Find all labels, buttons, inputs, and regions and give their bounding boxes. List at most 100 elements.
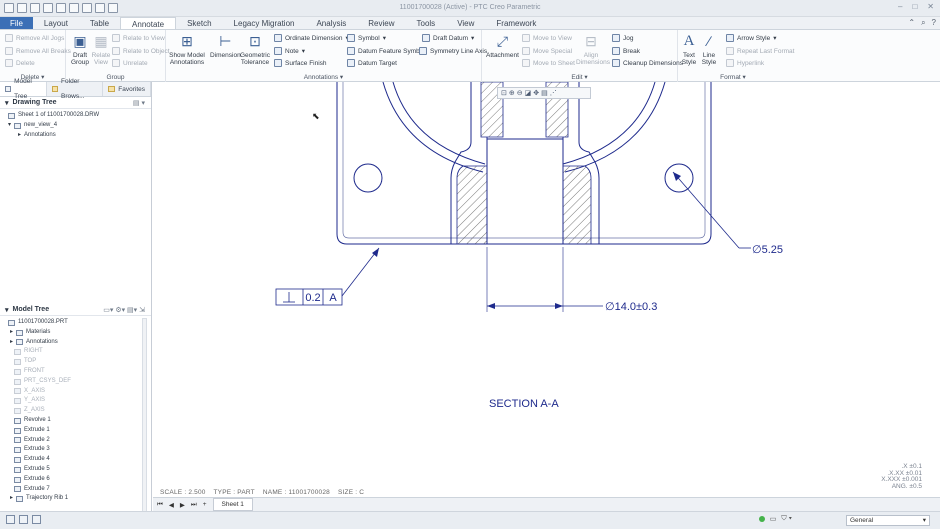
jog-button[interactable]: Jog <box>612 34 633 42</box>
symbol-button[interactable]: Symbol ▾ <box>347 34 386 42</box>
model-tree-item[interactable]: ▸ Trajectory Rib 1 <box>0 494 151 504</box>
unrelate-button[interactable]: Unrelate <box>112 59 148 67</box>
dimension-button[interactable]: ⊢ Dimension <box>210 33 241 59</box>
note-button[interactable]: Note ▾ <box>274 47 305 55</box>
draft-datum-button[interactable]: Draft Datum ▾ <box>422 34 474 42</box>
tab-table[interactable]: Table <box>79 17 120 29</box>
last-sheet-icon[interactable]: ⏭ <box>191 501 197 509</box>
datum-target-button[interactable]: Datum Target <box>347 59 397 67</box>
gtol-datum[interactable]: A <box>329 292 337 304</box>
tab-analysis[interactable]: Analysis <box>305 17 357 29</box>
tab-file[interactable]: File <box>0 17 33 29</box>
tab-layout[interactable]: Layout <box>33 17 79 29</box>
toggle-navigator-icon[interactable] <box>6 515 15 524</box>
symmetry-line-axis-button[interactable]: Symmetry Line Axis <box>419 47 487 55</box>
tab-model-tree[interactable]: Model Tree <box>0 78 47 100</box>
repaint-icon[interactable]: ◪ <box>525 89 532 97</box>
tab-folder-browser[interactable]: Folder Brows... <box>47 78 104 100</box>
arrow-style-button[interactable]: Arrow Style ▾ <box>726 34 777 42</box>
model-tree-item[interactable]: TOP <box>0 357 151 367</box>
text-style-button[interactable]: A Text Style <box>680 33 698 67</box>
refit-icon[interactable]: ⊡ <box>501 89 507 97</box>
tab-legacy-migration[interactable]: Legacy Migration <box>223 17 306 29</box>
relate-view-button[interactable]: ▦ Relate View <box>90 33 112 66</box>
model-tree-item[interactable]: Extrude 7 <box>0 485 151 495</box>
model-tree-item[interactable]: FRONT <box>0 367 151 377</box>
model-tree-item[interactable]: Extrude 5 <box>0 465 151 475</box>
model-tree-item[interactable]: ▸ Annotations <box>0 338 151 348</box>
model-tree-item[interactable]: Extrude 3 <box>0 445 151 455</box>
next-sheet-icon[interactable]: ▶ <box>180 501 185 509</box>
model-tree-item[interactable]: PRT_CSYS_DEF <box>0 377 151 387</box>
expand-icon[interactable]: ▸ <box>10 494 13 504</box>
move-special-button[interactable]: Move Special <box>522 47 572 55</box>
drawing-canvas[interactable]: 0.2 A ∅5.25 ∅14.0±0.3 SECTION A-A ⊡ ⊕ ⊖ … <box>153 81 940 495</box>
move-to-sheet-button[interactable]: Move to Sheet <box>522 59 575 67</box>
show-model-annotations-button[interactable]: ⊞ Show Model Annotations <box>169 33 205 66</box>
search-icon[interactable]: ⌕ <box>921 18 925 28</box>
line-style-button[interactable]: ∕ Line Style <box>700 33 718 66</box>
selection-filter-icon[interactable]: ⛉ ▾ <box>781 515 792 523</box>
delete-button[interactable]: Delete <box>5 59 35 67</box>
help-icon[interactable]: ? <box>932 18 936 28</box>
model-tree-item[interactable]: X_AXIS <box>0 387 151 397</box>
model-tree-item[interactable]: ▸ Materials <box>0 328 151 338</box>
model-tree-item[interactable]: Extrude 1 <box>0 426 151 436</box>
layers-icon[interactable]: ▤ <box>541 89 548 97</box>
model-tree-scrollbar[interactable] <box>142 318 147 512</box>
gtol-value[interactable]: 0.2 <box>305 292 320 304</box>
remove-all-jogs-button[interactable]: Remove All Jogs <box>5 34 64 42</box>
annotations-group-label[interactable]: Annotations ▾ <box>166 73 481 81</box>
format-group-label[interactable]: Format ▾ <box>708 73 758 81</box>
first-sheet-icon[interactable]: ⏮ <box>157 501 163 509</box>
tab-view[interactable]: View <box>446 17 485 29</box>
tab-annotate[interactable]: Annotate <box>120 17 177 29</box>
sheet-tab[interactable]: Sheet 1 <box>212 498 253 511</box>
collapse-ribbon-icon[interactable]: ⌃ <box>908 18 915 28</box>
close-icon[interactable]: ✕ <box>927 2 934 11</box>
model-tree-item[interactable]: Z_AXIS <box>0 406 151 416</box>
expand-icon[interactable]: ▸ <box>10 338 13 348</box>
tree-settings-icon[interactable]: ▤ ▾ <box>133 99 145 107</box>
selection-filter-dropdown[interactable]: General ▾ <box>846 515 930 526</box>
tab-review[interactable]: Review <box>357 17 405 29</box>
toggle-browser-icon[interactable] <box>19 515 28 524</box>
geometric-tolerance-button[interactable]: ⊡ Geometric Tolerance <box>240 33 270 66</box>
tab-tools[interactable]: Tools <box>406 17 447 29</box>
collapse-icon[interactable]: ▾ <box>5 306 9 314</box>
model-tree-item[interactable]: 11001700028.PRT <box>0 318 151 328</box>
draft-group-button[interactable]: ▣ Draft Group <box>69 33 91 66</box>
expand-icon[interactable]: ▸ <box>18 131 21 141</box>
maximize-icon[interactable]: □ <box>912 2 917 11</box>
relate-to-object-button[interactable]: Relate to Object <box>112 47 170 55</box>
full-screen-icon[interactable] <box>32 515 41 524</box>
model-tree-tools-icon[interactable]: ▭▾ ⚙▾ ▤▾ ⇲ <box>103 306 145 314</box>
surface-finish-button[interactable]: Surface Finish <box>274 59 327 67</box>
expand-icon[interactable]: ▸ <box>10 328 13 338</box>
ordinate-dimension-button[interactable]: Ordinate Dimension ▾ <box>274 34 349 42</box>
tab-framework[interactable]: Framework <box>485 17 547 29</box>
tree-node-sheet[interactable]: Sheet 1 of 11001700028.DRW <box>0 111 151 121</box>
move-to-view-button[interactable]: Move to View <box>522 34 572 42</box>
tree-node-annotations[interactable]: ▸ Annotations <box>0 131 151 141</box>
model-tree-item[interactable]: RIGHT <box>0 347 151 357</box>
edit-group-label[interactable]: Edit ▾ <box>482 73 677 81</box>
hyperlink-button[interactable]: Hyperlink <box>726 59 764 67</box>
relate-to-view-button[interactable]: Relate to View <box>112 34 165 42</box>
pan-icon[interactable]: ✥ <box>533 89 539 97</box>
annotation-display-icon[interactable]: ⋰ <box>550 89 557 97</box>
model-tree-item[interactable]: Extrude 2 <box>0 436 151 446</box>
remove-all-breaks-button[interactable]: Remove All Breaks <box>5 47 71 55</box>
tab-sketch[interactable]: Sketch <box>176 17 222 29</box>
tree-node-view[interactable]: ▾ new_view_4 <box>0 121 151 131</box>
add-sheet-icon[interactable]: + <box>203 501 207 508</box>
model-tree-item[interactable]: Y_AXIS <box>0 396 151 406</box>
section-label[interactable]: SECTION A-A <box>489 398 559 410</box>
attachment-button[interactable]: ⤢ Attachment <box>486 33 519 59</box>
cleanup-dimensions-button[interactable]: Cleanup Dimensions <box>612 59 683 67</box>
zoom-out-icon[interactable]: ⊖ <box>517 89 523 97</box>
model-tree-header[interactable]: ▾ Model Tree ▭▾ ⚙▾ ▤▾ ⇲ <box>0 304 151 316</box>
datum-feature-symbol-button[interactable]: Datum Feature Symbol <box>347 47 425 55</box>
model-tree-item[interactable]: Extrude 4 <box>0 455 151 465</box>
dimension-diameter-small[interactable]: ∅5.25 <box>752 244 783 256</box>
